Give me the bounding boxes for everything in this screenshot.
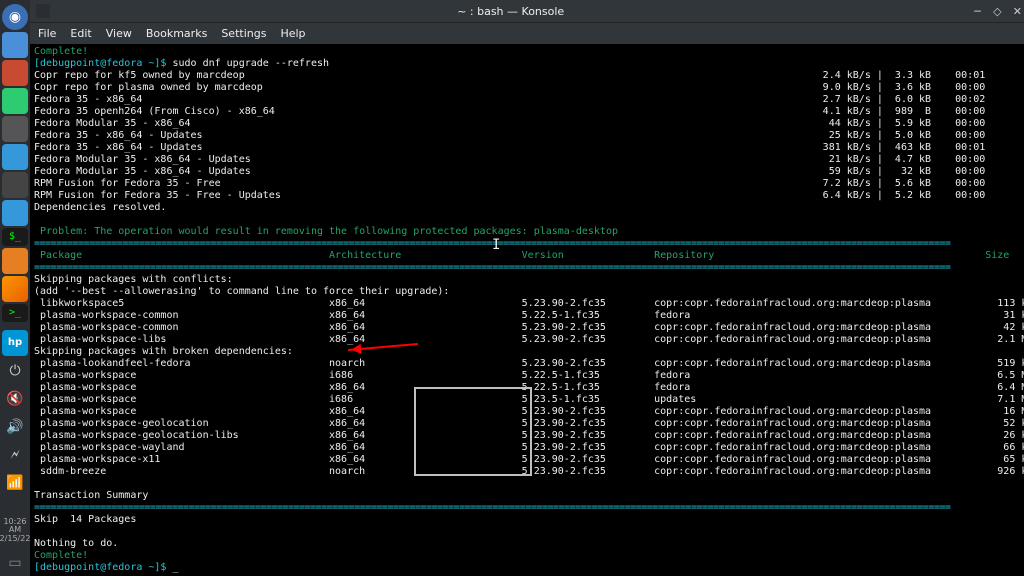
titlebar[interactable]: ~ : bash — Konsole ─ ◇ ✕ <box>30 0 1024 22</box>
minimize-button[interactable]: ─ <box>969 3 985 19</box>
app-icon <box>36 4 50 18</box>
window-title: ~ : bash — Konsole <box>56 5 965 18</box>
menubar: File Edit View Bookmarks Settings Help <box>30 22 1024 44</box>
files-icon[interactable] <box>2 32 28 58</box>
terminal[interactable]: Complete! [debugpoint@fedora ~]$ sudo dn… <box>30 44 1024 576</box>
power-icon[interactable]: ⏻ <box>2 358 28 384</box>
mute-icon[interactable]: 🔇 <box>2 386 28 412</box>
terminal-icon[interactable]: >_ <box>2 304 28 322</box>
text-cursor-icon: I <box>492 239 500 251</box>
firefox-icon[interactable] <box>2 276 28 302</box>
volume-icon[interactable]: 🔊 <box>2 414 28 440</box>
konsole-icon[interactable]: $_ <box>2 228 28 246</box>
app-icon[interactable] <box>2 248 28 274</box>
app-icon[interactable] <box>2 116 28 142</box>
menu-bookmarks[interactable]: Bookmarks <box>146 27 207 40</box>
menu-edit[interactable]: Edit <box>70 27 91 40</box>
menu-settings[interactable]: Settings <box>221 27 266 40</box>
menu-help[interactable]: Help <box>280 27 305 40</box>
konsole-window: ~ : bash — Konsole ─ ◇ ✕ File Edit View … <box>30 0 1024 576</box>
app-icon[interactable] <box>2 88 28 114</box>
hp-icon[interactable]: hp <box>2 330 28 356</box>
app-icon[interactable] <box>2 172 28 198</box>
clock[interactable]: 10:26 AM 2/15/22 <box>0 514 30 548</box>
clock-time: 10:26 AM <box>0 518 30 536</box>
app-icon[interactable] <box>2 144 28 170</box>
app-icon[interactable] <box>2 60 28 86</box>
maximize-button[interactable]: ◇ <box>989 3 1005 19</box>
app-icon[interactable] <box>2 200 28 226</box>
fedora-menu-icon[interactable]: ◉ <box>2 4 28 30</box>
close-button[interactable]: ✕ <box>1009 3 1024 19</box>
menu-file[interactable]: File <box>38 27 56 40</box>
dock: ◉ $_ >_ hp ⏻ 🔇 🔊 🗲 📶 10:26 AM 2/15/22 ▭ <box>0 0 30 576</box>
clock-date: 2/15/22 <box>0 535 30 544</box>
menu-view[interactable]: View <box>106 27 132 40</box>
battery-icon[interactable]: 🗲 <box>2 442 28 468</box>
wifi-icon[interactable]: 📶 <box>2 470 28 496</box>
show-desktop-icon[interactable]: ▭ <box>2 550 28 576</box>
